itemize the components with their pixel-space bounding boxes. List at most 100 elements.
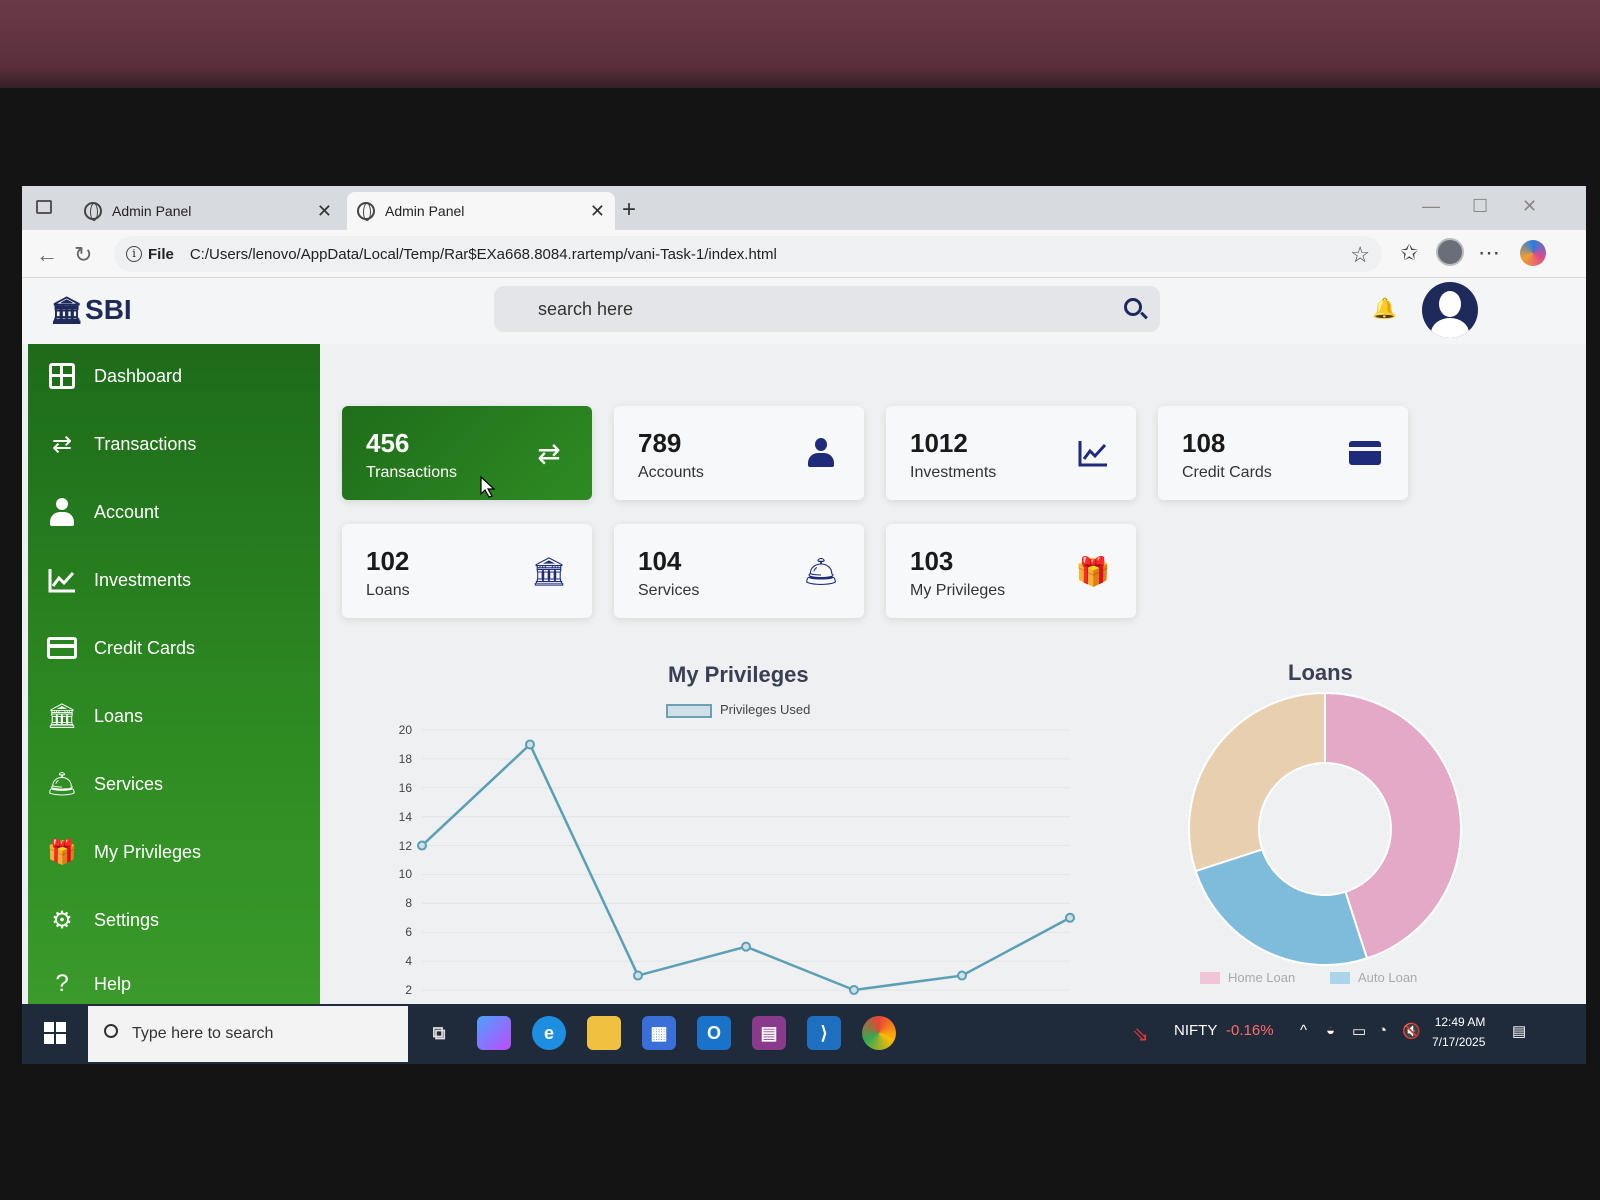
service-bell-icon: 🛎 bbox=[46, 770, 78, 798]
gift-icon: 🎁 bbox=[47, 838, 77, 866]
reload-icon[interactable]: ↻ bbox=[74, 242, 92, 268]
browser-tab-2[interactable]: Admin Panel ✕ bbox=[347, 192, 615, 230]
legend-swatch-home-loan[interactable] bbox=[1200, 972, 1220, 984]
sidebar-item-label: Help bbox=[94, 973, 132, 994]
sidebar-item-my-privileges[interactable]: 🎁 My Privileges bbox=[46, 832, 201, 872]
network-icon[interactable]: ◒ bbox=[1326, 1022, 1335, 1039]
browser-tab-1[interactable]: Admin Panel ✕ bbox=[74, 192, 342, 230]
y-tick-label: 8 bbox=[405, 896, 412, 911]
stat-card-transactions[interactable]: 456 Transactions ⇄ bbox=[342, 406, 592, 500]
line-chart-icon bbox=[1076, 436, 1110, 470]
avatar[interactable] bbox=[1422, 282, 1478, 338]
new-tab-button[interactable]: + bbox=[622, 196, 636, 224]
donut-slice-unlabeled-2[interactable] bbox=[1188, 691, 1326, 873]
close-tab-icon[interactable]: ✕ bbox=[590, 201, 605, 222]
notification-bell-icon[interactable]: 🔔 bbox=[1372, 296, 1397, 321]
sidebar-item-loans[interactable]: 🏛 Loans bbox=[46, 696, 143, 736]
favorites-icon[interactable]: ✩ bbox=[1400, 240, 1418, 266]
search-icon[interactable] bbox=[1124, 298, 1142, 316]
service-bell-icon: 🛎 bbox=[803, 555, 839, 587]
notifications-icon[interactable]: ▤ bbox=[1512, 1022, 1526, 1040]
gear-icon: ⚙ bbox=[51, 906, 73, 934]
battery-icon[interactable]: ▭ bbox=[1352, 1022, 1366, 1040]
stat-card-accounts[interactable]: 789 Accounts bbox=[614, 406, 864, 500]
sidebar: Dashboard ⇄ Transactions Account Investm… bbox=[28, 344, 320, 1004]
stat-card-loans[interactable]: 102 Loans 🏛 bbox=[342, 524, 592, 618]
sidebar-item-credit-cards[interactable]: Credit Cards bbox=[46, 628, 195, 668]
stat-label: Investments bbox=[910, 464, 997, 481]
star-icon[interactable]: ☆ bbox=[1350, 242, 1370, 268]
data-point[interactable] bbox=[849, 985, 859, 995]
stat-card-investments[interactable]: 1012 Investments bbox=[886, 406, 1136, 500]
more-icon[interactable]: ⋯ bbox=[1478, 240, 1500, 266]
edge-browser-icon[interactable]: e bbox=[532, 1016, 566, 1050]
sidebar-item-label: Loans bbox=[94, 705, 144, 726]
sidebar-item-transactions[interactable]: ⇄ Transactions bbox=[46, 424, 196, 464]
data-point[interactable] bbox=[957, 970, 967, 981]
chrome-icon[interactable] bbox=[862, 1016, 896, 1050]
taskbar-search-input[interactable]: Type here to search bbox=[132, 1025, 273, 1043]
stat-card-credit-cards[interactable]: 108 Credit Cards bbox=[1158, 406, 1408, 500]
winrar-icon[interactable]: ▤ bbox=[752, 1016, 786, 1050]
logo-text: SBI bbox=[85, 294, 132, 325]
taskbar-search[interactable]: Type here to search bbox=[88, 1006, 408, 1062]
loans-donut-chart bbox=[1188, 691, 1462, 966]
legend-label-home-loan: Home Loan bbox=[1228, 970, 1296, 985]
info-icon[interactable]: i bbox=[126, 246, 142, 262]
sidebar-item-account[interactable]: Account bbox=[46, 492, 159, 532]
sidebar-item-services[interactable]: 🛎 Services bbox=[46, 764, 163, 804]
url-text[interactable]: C:/Users/lenovo/AppData/Local/Temp/Rar$E… bbox=[190, 246, 777, 263]
address-bar[interactable]: i File C:/Users/lenovo/AppData/Local/Tem… bbox=[114, 236, 1382, 272]
data-point[interactable] bbox=[1065, 912, 1075, 923]
data-point[interactable] bbox=[417, 840, 427, 851]
sidebar-item-dashboard[interactable]: Dashboard bbox=[46, 356, 182, 396]
back-icon[interactable]: ← bbox=[36, 242, 58, 268]
show-hidden-icons[interactable]: ^ bbox=[1300, 1022, 1307, 1039]
search-input[interactable]: search here bbox=[538, 299, 633, 320]
search-bar[interactable]: search here bbox=[494, 286, 1160, 332]
legend-swatch-auto-loan[interactable] bbox=[1330, 972, 1350, 984]
volume-muted-icon[interactable]: 🔇 bbox=[1402, 1022, 1421, 1040]
stat-value: 104 bbox=[638, 546, 682, 576]
outlook-icon[interactable]: O bbox=[697, 1016, 731, 1050]
y-tick-label: 6 bbox=[405, 925, 412, 940]
copilot-icon[interactable] bbox=[1520, 240, 1546, 266]
data-point[interactable] bbox=[741, 941, 751, 952]
store-icon[interactable]: ▦ bbox=[642, 1016, 676, 1050]
y-tick-label: 14 bbox=[398, 809, 412, 824]
copilot-app-icon[interactable] bbox=[477, 1016, 511, 1050]
task-view-icon[interactable]: ⧉ bbox=[422, 1016, 456, 1050]
bank-icon: 🏛 bbox=[531, 555, 567, 587]
close-tab-icon[interactable]: ✕ bbox=[317, 201, 332, 222]
sidebar-item-investments[interactable]: Investments bbox=[46, 560, 191, 600]
legend-swatch-privileges[interactable] bbox=[666, 704, 712, 718]
logo[interactable]: 🏛 SBI bbox=[50, 294, 132, 326]
ticker-name[interactable]: NIFTY bbox=[1174, 1022, 1217, 1039]
tab-actions-icon[interactable] bbox=[36, 200, 52, 214]
sidebar-item-label: My Privileges bbox=[94, 841, 202, 862]
maximize-button[interactable]: ☐ bbox=[1472, 196, 1488, 217]
close-window-button[interactable]: ✕ bbox=[1522, 196, 1537, 217]
minimize-button[interactable]: — bbox=[1422, 196, 1440, 217]
y-tick-label: 16 bbox=[398, 780, 412, 795]
y-tick-label: 18 bbox=[398, 751, 412, 766]
file-explorer-icon[interactable] bbox=[587, 1016, 621, 1050]
stat-value: 102 bbox=[366, 546, 410, 576]
stat-card-my-privileges[interactable]: 103 My Privileges 🎁 bbox=[886, 524, 1136, 618]
stat-card-services[interactable]: 104 Services 🛎 bbox=[614, 524, 864, 618]
donut-slice-auto-loan[interactable] bbox=[1194, 848, 1369, 966]
sidebar-item-help[interactable]: ? Help bbox=[46, 964, 131, 1004]
browser-profile-icon[interactable] bbox=[1436, 238, 1464, 266]
windows-start-icon[interactable] bbox=[44, 1022, 66, 1044]
globe-icon bbox=[84, 202, 102, 221]
background-wall bbox=[0, 0, 1600, 95]
dashboard-icon bbox=[49, 363, 75, 389]
vscode-icon[interactable]: ⟩ bbox=[807, 1016, 841, 1050]
clock[interactable]: 12:49 AM 7/17/2025 bbox=[1432, 1012, 1485, 1052]
sidebar-item-label: Transactions bbox=[94, 433, 197, 454]
data-point[interactable] bbox=[525, 739, 535, 750]
data-point[interactable] bbox=[633, 970, 643, 981]
wifi-icon[interactable]: ◔ bbox=[1378, 1022, 1387, 1039]
sidebar-item-settings[interactable]: ⚙ Settings bbox=[46, 900, 159, 940]
credit-card-icon bbox=[1349, 441, 1381, 465]
